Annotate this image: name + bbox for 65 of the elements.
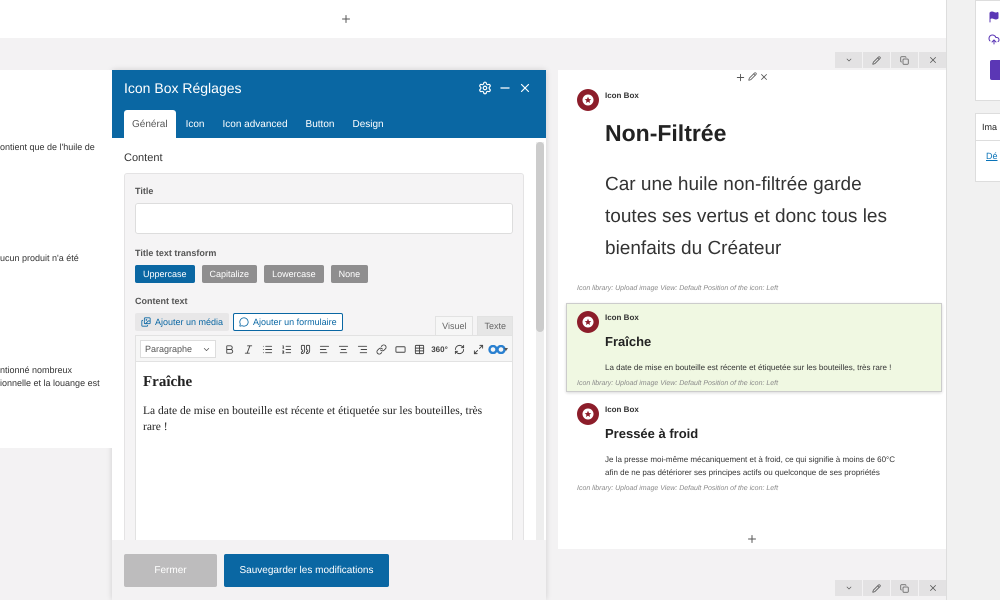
edit-button[interactable] xyxy=(863,52,890,68)
caret-icon xyxy=(844,584,852,592)
add-media-button[interactable]: Ajouter un média xyxy=(135,313,230,331)
page-text: ontient que de l'huile de xyxy=(0,142,95,152)
close-button[interactable] xyxy=(919,580,946,596)
dialog-title: Icon Box Réglages xyxy=(124,80,243,96)
close-icon xyxy=(928,583,938,593)
close-icon xyxy=(928,55,938,65)
edit-button[interactable] xyxy=(863,580,890,596)
block-title: Fraîche xyxy=(605,334,652,349)
save-button[interactable]: Sauvegarder les modifications xyxy=(224,554,389,586)
add-icon[interactable] xyxy=(340,13,352,25)
transform-option[interactable]: Capitalize xyxy=(202,265,258,283)
tab[interactable]: Button xyxy=(298,110,342,138)
copy-icon xyxy=(900,584,909,592)
transform-option[interactable]: Lowercase xyxy=(264,265,324,283)
block-type-label: Icon Box xyxy=(605,91,640,100)
add-form-button[interactable]: Ajouter un formulaire xyxy=(233,313,343,331)
editor-tab[interactable]: Visuel xyxy=(435,316,474,335)
card-link[interactable]: Dé xyxy=(976,141,1000,181)
block-type-label: Icon Box xyxy=(605,313,640,322)
block-text: Car une huile non-filtrée garde toutes ses vertus et donc tous les bienfaits du Créateur xyxy=(605,173,888,261)
tab[interactable]: Icon advanced xyxy=(214,110,296,138)
field-label: Title xyxy=(135,186,154,196)
page-text: ucun produit n'a été xyxy=(0,253,79,263)
copy-icon xyxy=(900,56,909,64)
tab[interactable]: Design xyxy=(344,110,392,138)
star-badge-icon xyxy=(577,403,599,425)
tab[interactable]: Général xyxy=(124,110,176,138)
field-label: Content text xyxy=(135,296,188,306)
editor-tab[interactable]: Texte xyxy=(477,316,513,335)
transform-option[interactable]: Uppercase xyxy=(135,265,195,283)
transform-option[interactable]: None xyxy=(330,265,368,283)
duplicate-button[interactable] xyxy=(891,580,918,596)
settings-icon[interactable] xyxy=(478,81,492,95)
editor-heading: Fraîche xyxy=(143,374,194,391)
add-icon[interactable] xyxy=(735,72,746,84)
block-text: La date de mise en bouteille est récente et étiquetée sur les bouteilles, très rare ! xyxy=(605,362,892,374)
media-icon xyxy=(141,317,151,327)
form-icon xyxy=(239,317,250,327)
infinity-icon[interactable] xyxy=(488,344,508,354)
panorama-button[interactable]: 360° xyxy=(429,344,450,354)
tab[interactable]: Icon xyxy=(178,110,212,138)
star-badge-icon xyxy=(577,89,599,111)
pencil-icon xyxy=(872,584,881,592)
star-badge-icon xyxy=(577,311,599,333)
block-type-label: Icon Box xyxy=(605,405,640,414)
field-label: Title text transform xyxy=(135,248,218,258)
block-text: Je la presse moi-même mécaniquement et à froid, ce qui signifie à moins de 60°C afin de ne pas détériorer ses principes actifs ou quelconque de ses propriétés xyxy=(605,454,895,479)
editor-paragraph: La date de mise en bouteille est récente et étiquetée sur les bouteilles, très rare ! xyxy=(143,404,484,435)
caret-icon xyxy=(844,56,852,64)
editor-area[interactable]: Fraîche La date de mise en bouteille est récente et étiquetée sur les bouteilles, très rare ! xyxy=(135,362,513,540)
add-icon[interactable] xyxy=(746,533,758,545)
pencil-icon xyxy=(872,56,881,64)
page-text: ntionné nombreux xyxy=(0,365,72,375)
section-heading: Content xyxy=(124,152,164,164)
close-icon[interactable] xyxy=(518,81,532,95)
card-heading: Ima xyxy=(976,114,1000,141)
block-title: Non-Filtrée xyxy=(605,120,728,147)
title-input[interactable] xyxy=(135,203,513,234)
scrollbar-thumb[interactable] xyxy=(536,142,544,332)
format-select[interactable]: Paragraphe xyxy=(140,340,216,358)
page-text: ionnelle et la louange est xyxy=(0,378,100,388)
duplicate-button[interactable] xyxy=(891,52,918,68)
block-title: Pressée à froid xyxy=(605,426,700,441)
